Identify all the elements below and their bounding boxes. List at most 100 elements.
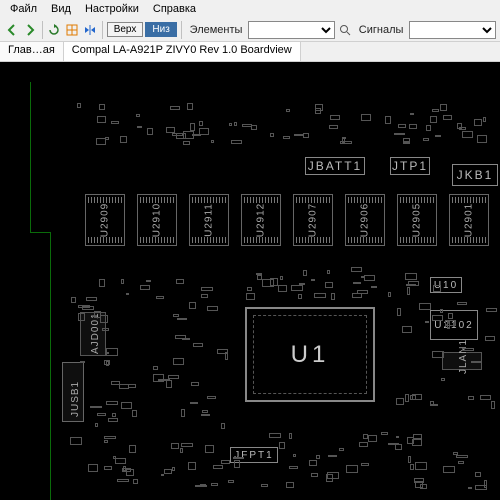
menu-settings[interactable]: Настройки bbox=[79, 2, 145, 16]
passive-component bbox=[251, 125, 257, 130]
passive-component bbox=[173, 358, 184, 365]
passive-component bbox=[456, 455, 468, 458]
passive-component bbox=[440, 309, 443, 313]
passive-component bbox=[97, 116, 106, 123]
passive-component bbox=[471, 361, 481, 363]
mirror-icon[interactable] bbox=[82, 21, 98, 39]
elements-combo[interactable] bbox=[248, 21, 335, 39]
passive-component bbox=[458, 461, 464, 464]
passive-component bbox=[468, 487, 472, 489]
passive-component bbox=[408, 456, 411, 463]
passive-component bbox=[213, 465, 223, 469]
passive-component bbox=[405, 394, 409, 402]
passive-component bbox=[231, 140, 242, 144]
chip-u1: U1 bbox=[245, 307, 375, 402]
passive-component bbox=[86, 297, 97, 301]
refresh-icon[interactable] bbox=[46, 21, 62, 39]
passive-component bbox=[181, 443, 193, 447]
passive-component bbox=[246, 293, 255, 300]
passive-component bbox=[269, 433, 281, 438]
menu-help[interactable]: Справка bbox=[147, 2, 202, 16]
passive-component bbox=[182, 338, 190, 340]
passive-component bbox=[289, 433, 292, 439]
board-canvas[interactable]: JBATT1 JTP1 JKB1 U2909U2910U2911U2912U29… bbox=[0, 62, 500, 500]
passive-component bbox=[474, 119, 482, 126]
zoom-fit-icon[interactable] bbox=[64, 21, 80, 39]
nav-forward-icon[interactable] bbox=[22, 21, 38, 39]
passive-component bbox=[361, 276, 364, 278]
passive-component bbox=[361, 114, 371, 121]
passive-component bbox=[357, 290, 368, 294]
passive-component bbox=[128, 384, 136, 388]
passive-component bbox=[77, 103, 81, 108]
passive-component bbox=[96, 138, 106, 145]
toolbar: Верх Низ Элементы Сигналы bbox=[0, 18, 500, 42]
passive-component bbox=[283, 136, 290, 139]
passive-component bbox=[193, 343, 203, 347]
passive-component bbox=[359, 442, 368, 447]
passive-component bbox=[221, 460, 230, 464]
passive-component bbox=[289, 466, 298, 469]
passive-component bbox=[190, 123, 195, 131]
passive-component bbox=[234, 122, 237, 126]
menu-view[interactable]: Вид bbox=[45, 2, 77, 16]
connector-jbatt1: JBATT1 bbox=[305, 157, 365, 175]
tab-home[interactable]: Глав…ая bbox=[0, 42, 64, 61]
passive-component bbox=[168, 375, 179, 379]
passive-component bbox=[410, 395, 416, 400]
passive-component bbox=[80, 361, 85, 363]
passive-component bbox=[257, 275, 262, 280]
passive-component bbox=[211, 483, 218, 486]
passive-component bbox=[293, 454, 296, 457]
passive-component bbox=[270, 133, 274, 137]
passive-component bbox=[398, 124, 406, 128]
passive-component bbox=[205, 445, 214, 453]
passive-component bbox=[368, 435, 377, 442]
passive-component bbox=[228, 480, 234, 483]
passive-component bbox=[88, 464, 98, 472]
passive-component bbox=[147, 128, 153, 135]
passive-component bbox=[172, 133, 183, 136]
passive-component bbox=[146, 280, 151, 282]
passive-component bbox=[108, 418, 118, 422]
passive-component bbox=[233, 457, 244, 459]
passive-component bbox=[432, 351, 444, 358]
passive-component bbox=[403, 141, 410, 144]
tab-document[interactable]: Compal LA-A921P ZIVY0 Rev 1.0 Boardview bbox=[64, 42, 301, 61]
layer-top-button[interactable]: Верх bbox=[107, 22, 144, 37]
passive-component bbox=[117, 479, 129, 482]
passive-component bbox=[441, 378, 445, 381]
passive-component bbox=[435, 135, 441, 137]
passive-component bbox=[132, 410, 137, 417]
passive-component bbox=[291, 285, 303, 291]
elements-search-icon[interactable] bbox=[337, 21, 353, 39]
nav-back-icon[interactable] bbox=[4, 21, 20, 39]
passive-component bbox=[303, 270, 307, 276]
passive-component bbox=[78, 305, 90, 308]
passive-component bbox=[353, 282, 361, 284]
passive-component bbox=[115, 458, 126, 464]
passive-component bbox=[170, 106, 180, 110]
passive-component bbox=[364, 275, 375, 281]
passive-component bbox=[405, 273, 417, 280]
passive-component bbox=[371, 286, 377, 288]
passive-component bbox=[104, 436, 116, 439]
passive-component bbox=[433, 285, 441, 292]
passive-component bbox=[315, 108, 321, 114]
passive-component bbox=[99, 279, 105, 287]
layer-bottom-button[interactable]: Низ bbox=[145, 22, 176, 37]
passive-component bbox=[462, 131, 473, 138]
passive-component bbox=[279, 442, 285, 449]
passive-component bbox=[104, 440, 108, 443]
passive-component bbox=[396, 398, 404, 405]
passive-component bbox=[342, 138, 345, 143]
passive-component bbox=[294, 134, 303, 136]
menu-file[interactable]: Файл bbox=[4, 2, 43, 16]
passive-component bbox=[97, 413, 106, 416]
connector-jkb1: JKB1 bbox=[452, 164, 498, 186]
passive-component bbox=[113, 456, 116, 459]
signals-combo[interactable] bbox=[409, 21, 496, 39]
passive-component bbox=[217, 349, 228, 354]
passive-component bbox=[385, 116, 391, 124]
passive-component bbox=[475, 485, 487, 490]
